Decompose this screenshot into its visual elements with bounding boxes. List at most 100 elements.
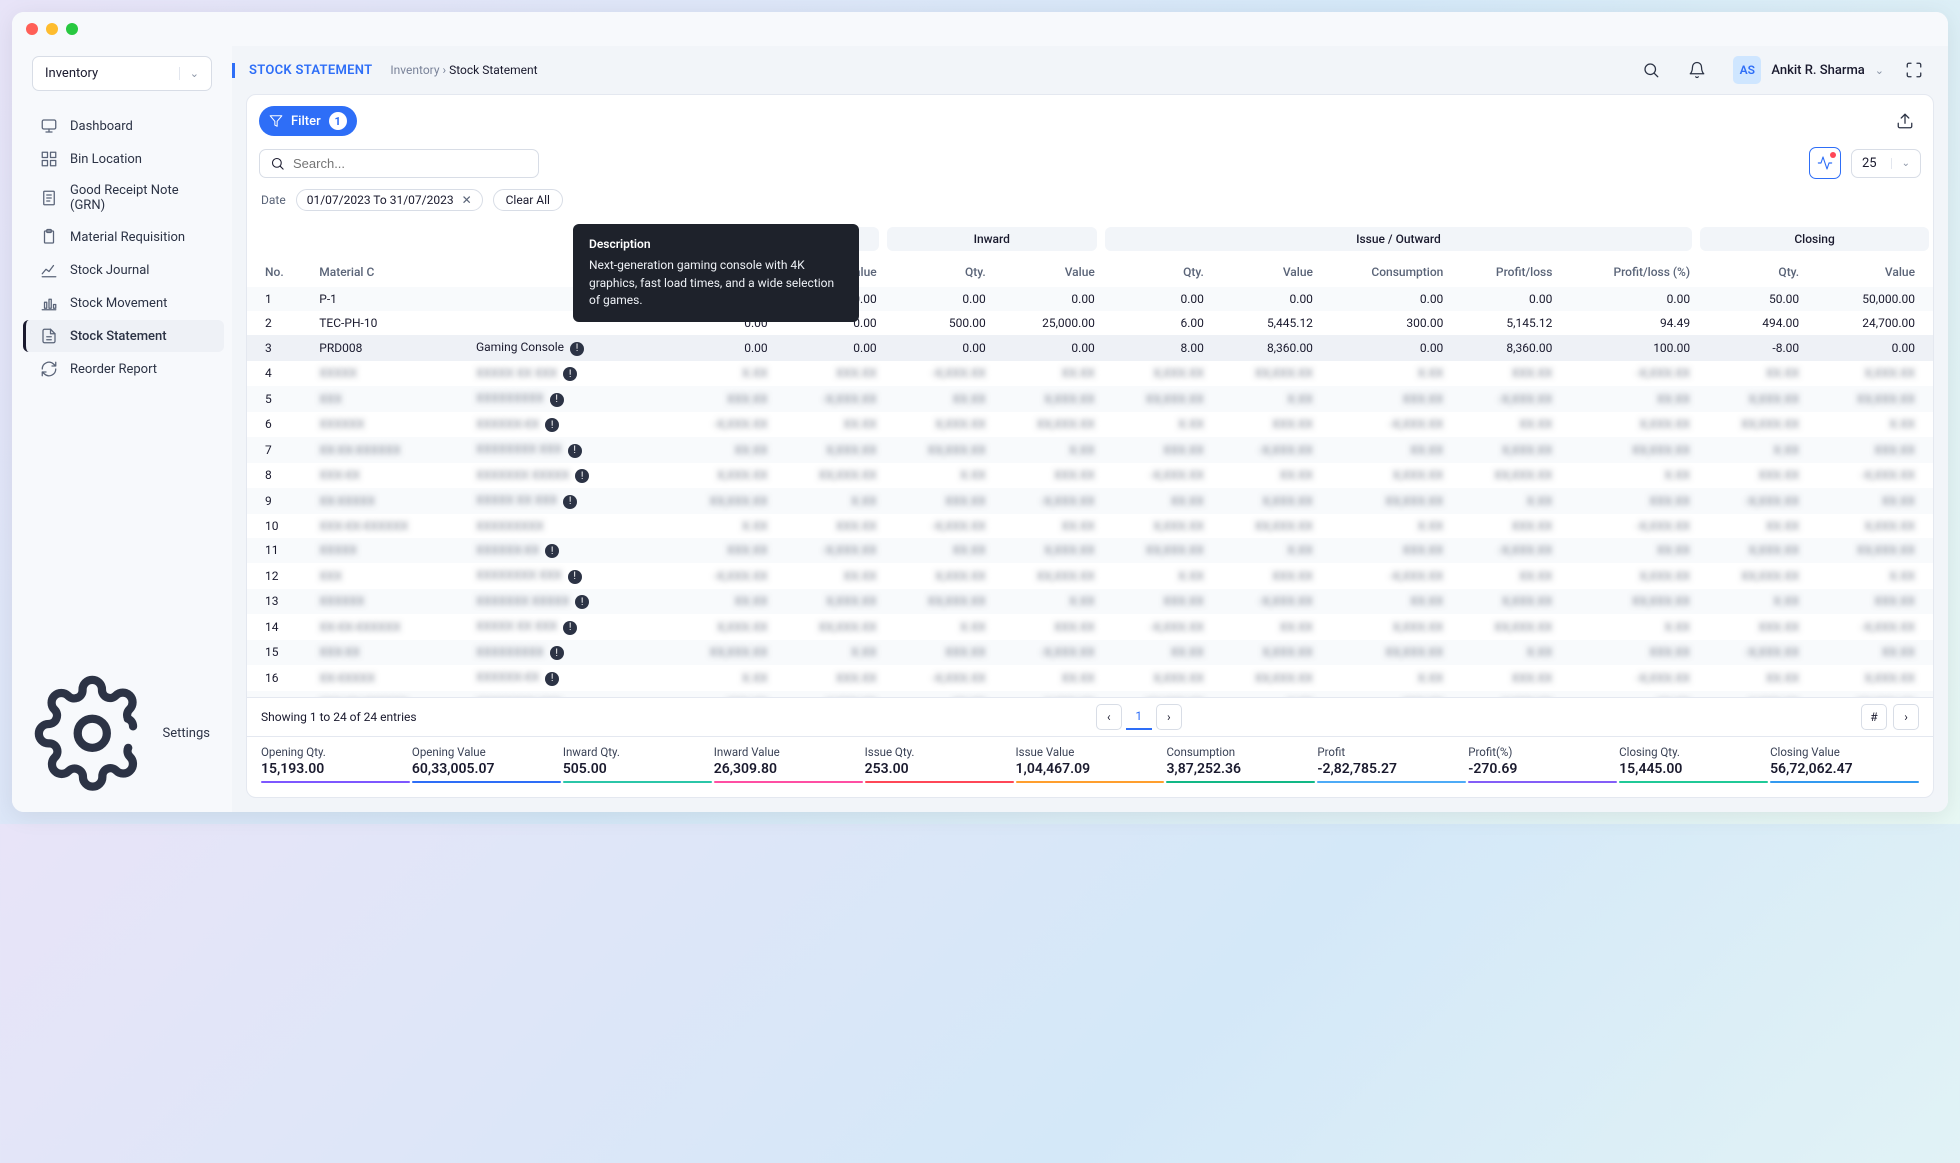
col-x-qty[interactable]: Qty. [1101,257,1210,287]
export-icon[interactable] [1889,105,1921,137]
sidebar-item-label: Material Requisition [70,230,185,245]
table-row[interactable]: 14XX-XX-XXXXXXXXXXX XX XXX!X,XXX.XXXX,XX… [247,614,1933,640]
user-menu[interactable]: AS Ankit R. Sharma ⌄ [1727,56,1884,84]
table-row[interactable]: 3PRD008Gaming Console!0.000.000.000.008.… [247,335,1933,361]
avatar: AS [1733,56,1761,84]
sidebar-item-stock-statement[interactable]: Stock Statement [23,320,224,352]
sidebar-item-good-receipt-note-grn-[interactable]: Good Receipt Note (GRN) [26,176,224,220]
sidebar-item-stock-journal[interactable]: Stock Journal [26,254,224,286]
table-row[interactable]: 12XXXXXXXXXXX XXX!-X,XXX.XXXX.XXX,XXX.XX… [247,563,1933,589]
chevron-down-icon: ⌄ [179,67,199,80]
table-row[interactable]: 15XXX-XXXXXXXXXXX!XX,XXX.XXX.XXXXX.XX-X,… [247,640,1933,666]
sidebar-settings[interactable]: Settings [12,665,232,802]
table-row[interactable]: 1P-150.0050,000.000.000.000.000.000.000.… [247,287,1933,311]
table-row[interactable]: 17XXX-XX-XXXXXXXXXXXXXX XXX!XXX.XX-X,XXX… [247,691,1933,698]
filter-button[interactable]: Filter 1 [259,106,357,136]
info-icon[interactable]: ! [545,544,559,558]
col-pl[interactable]: Profit/loss [1449,257,1558,287]
col-c-val[interactable]: Value [1805,257,1933,287]
col-i-val[interactable]: Value [992,257,1101,287]
info-icon[interactable]: ! [568,570,582,584]
sidebar-item-reorder-report[interactable]: Reorder Report [26,353,224,385]
total-value: 15,445.00 [1619,761,1768,777]
search-input[interactable] [293,156,528,171]
prev-page-button[interactable]: ‹ [1096,704,1122,730]
info-icon[interactable]: ! [550,646,564,660]
table-row[interactable]: 6XXXXXXXXXXXX-XX!-X,XXX.XXXX.XXX,XXX.XXX… [247,412,1933,438]
page-size-selector[interactable]: 25 ⌄ [1851,149,1921,178]
total-label: Inward Value [714,745,863,759]
col-no[interactable]: No. [247,257,313,287]
table-row[interactable]: 2TEC-PH-100.000.00500.0025,000.006.005,4… [247,311,1933,335]
col-i-qty[interactable]: Qty. [883,257,992,287]
sidebar-item-label: Stock Journal [70,263,149,278]
sidebar-item-stock-movement[interactable]: Stock Movement [26,287,224,319]
breadcrumb-root[interactable]: Inventory [390,63,439,77]
sidebar-item-material-requisition[interactable]: Material Requisition [26,221,224,253]
info-icon[interactable]: ! [545,672,559,686]
total-inward-qty-: Inward Qty.505.00 [563,745,712,787]
total-value: 56,72,062.47 [1770,761,1919,777]
sidebar-item-dashboard[interactable]: Dashboard [26,110,224,142]
info-icon[interactable]: ! [568,444,582,458]
clear-all-button[interactable]: Clear All [493,189,563,211]
table-row[interactable]: 11XXXXXXXXXXX-XX!XXX.XX-X,XXX.XXXX.XXX,X… [247,538,1933,564]
search-input-wrap[interactable] [259,149,539,178]
total-closing-qty-: Closing Qty.15,445.00 [1619,745,1768,787]
bell-icon[interactable] [1681,54,1713,86]
total-label: Profit(%) [1468,745,1617,759]
total-profit: Profit-2,82,785.27 [1317,745,1466,787]
next-page-button[interactable]: › [1156,704,1182,730]
table-row[interactable]: 5XXXXXXXXXXXX!XXX.XX-X,XXX.XXXX.XXX,XXX.… [247,386,1933,412]
table-scroll[interactable]: Opening Inward Issue / Outward Closing N… [247,221,1933,697]
maximize-window[interactable] [66,23,78,35]
breadcrumb: Inventory › Stock Statement [390,63,537,77]
filter-label: Filter [291,114,321,129]
settings-label: Settings [163,726,210,741]
table-row[interactable]: 8XXX-XXXXXXXXX XXXXX!X,XXX.XXXX,XXX.XXX.… [247,463,1933,489]
expand-right-button[interactable]: › [1893,704,1919,730]
info-icon[interactable]: ! [563,495,577,509]
minimize-window[interactable] [46,23,58,35]
total-label: Inward Qty. [563,745,712,759]
fullscreen-icon[interactable] [1898,54,1930,86]
col-material[interactable]: Material C [313,257,470,287]
info-icon[interactable]: ! [563,621,577,635]
module-selector[interactable]: Inventory ⌄ [32,56,212,91]
info-icon[interactable]: ! [575,469,589,483]
activity-icon[interactable] [1809,147,1841,179]
col-cons[interactable]: Consumption [1319,257,1449,287]
receipt-icon [40,189,58,207]
search-icon[interactable] [1635,54,1667,86]
col-plp[interactable]: Profit/loss (%) [1558,257,1696,287]
table-row[interactable]: 13XXXXXXXXXXXXX XXXXX!XX.XXX,XXX.XXXX,XX… [247,589,1933,615]
total-value: 3,87,252.36 [1166,761,1315,777]
table-row[interactable]: 10XXX-XX-XXXXXXXXXXXXXXXX.XXXXX.XX-X,XXX… [247,514,1933,538]
info-icon[interactable]: ! [575,595,589,609]
page-number[interactable]: 1 [1126,704,1152,730]
table-row[interactable]: 9XX-XXXXXXXXXX XX XXX!XX,XXX.XXX.XXXXX.X… [247,488,1933,514]
sidebar-item-bin-location[interactable]: Bin Location [26,143,224,175]
total-value: 60,33,005.07 [412,761,561,777]
header: STOCK STATEMENT Inventory › Stock Statem… [232,46,1948,94]
col-c-qty[interactable]: Qty. [1696,257,1805,287]
hash-button[interactable]: # [1861,704,1887,730]
search-icon [270,156,285,171]
info-icon[interactable]: ! [550,393,564,407]
module-name: Inventory [45,66,98,81]
table-row[interactable]: 4XXXXXXXXXX XX XXX!X.XXXXX.XX-X,XXX.XXXX… [247,361,1933,387]
sidebar-item-label: Dashboard [70,119,133,134]
info-icon[interactable]: ! [570,342,584,356]
total-label: Issue Qty. [865,745,1014,759]
total-issue-value: Issue Value1,04,467.09 [1016,745,1165,787]
total-opening-qty-: Opening Qty.15,193.00 [261,745,410,787]
info-icon[interactable]: ! [545,418,559,432]
remove-chip-icon[interactable]: ✕ [462,193,472,207]
table-row[interactable]: 7XX-XX-XXXXXXXXXXXXXX XXX!XX.XXX,XXX.XXX… [247,437,1933,463]
close-window[interactable] [26,23,38,35]
total-label: Issue Value [1016,745,1165,759]
table-row[interactable]: 16XX-XXXXXXXXXXX-XX!X.XXXXX.XX-X,XXX.XXX… [247,665,1933,691]
total-value: 253.00 [865,761,1014,777]
info-icon[interactable]: ! [563,367,577,381]
col-x-val[interactable]: Value [1210,257,1319,287]
